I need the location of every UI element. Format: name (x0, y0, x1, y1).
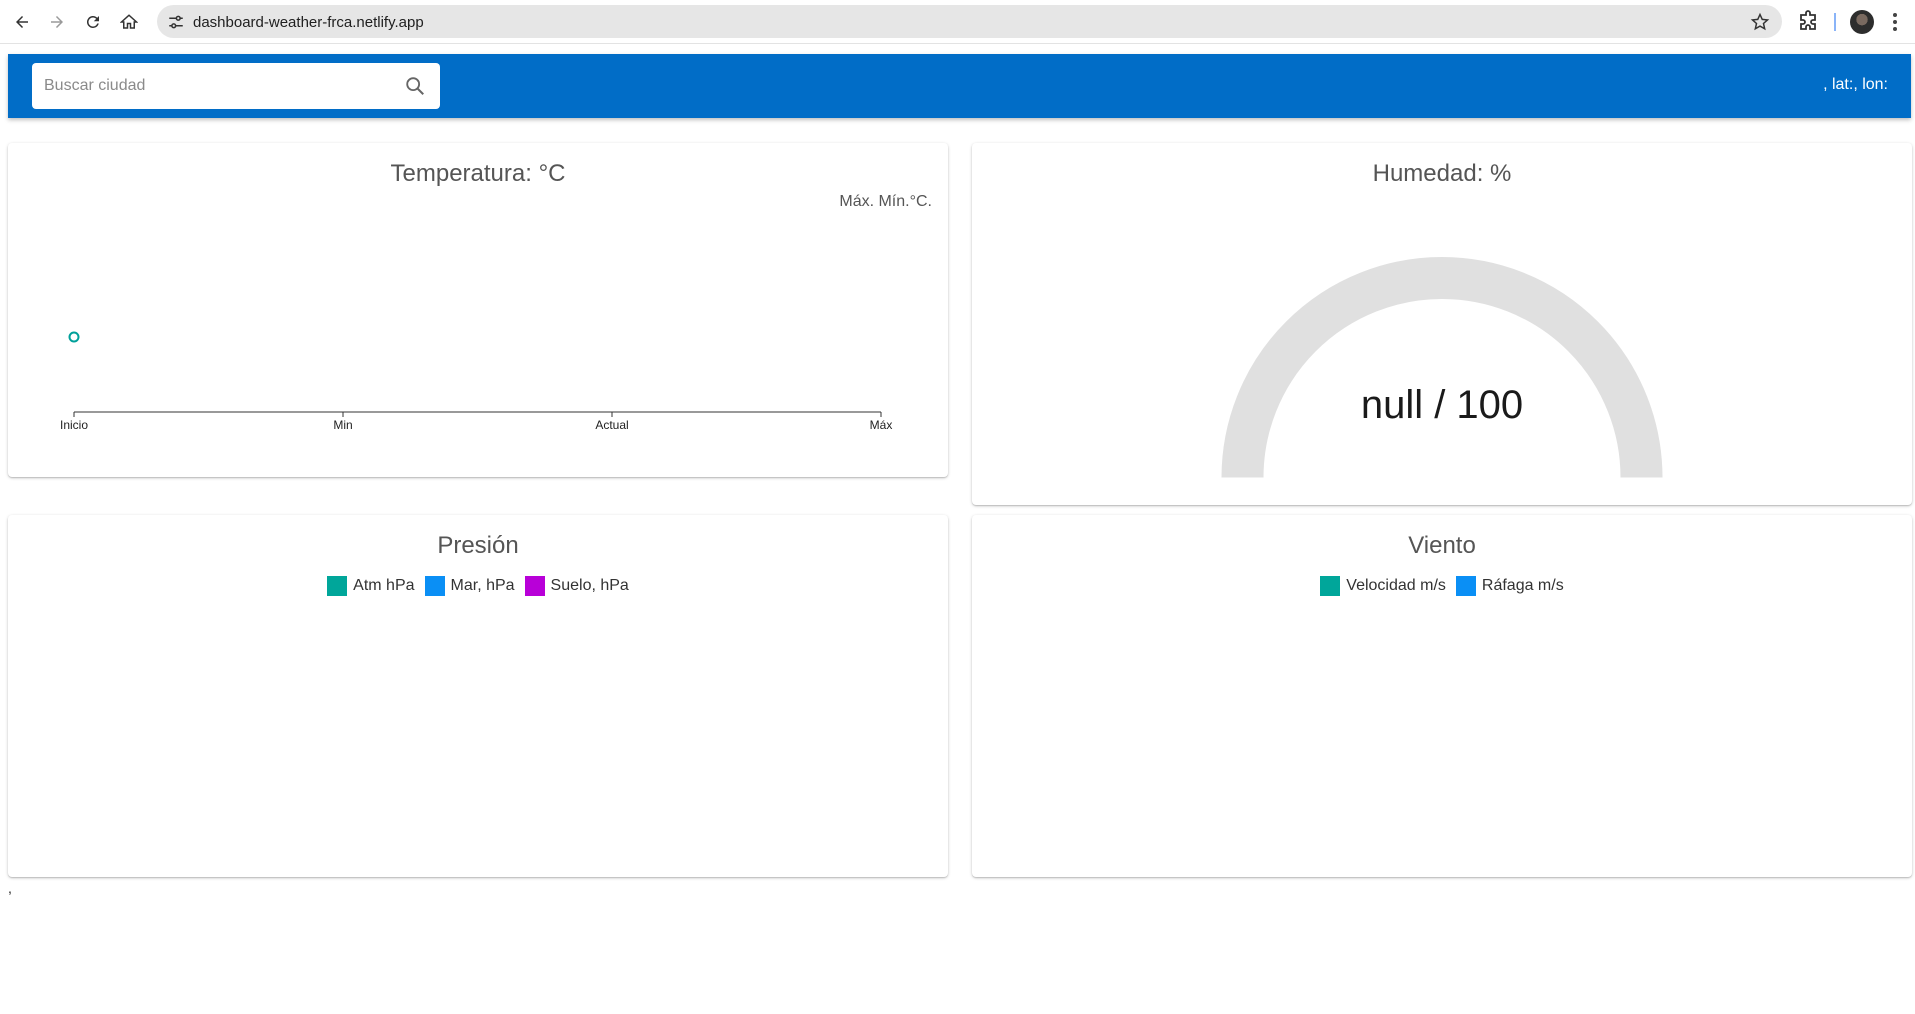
address-bar[interactable]: dashboard-weather-frca.netlify.app (157, 5, 1782, 38)
reload-icon (86, 15, 99, 28)
home-button[interactable] (114, 7, 144, 37)
legend-swatch-velocidad (1320, 576, 1341, 596)
coordinates-label: , lat:, lon: (1823, 76, 1888, 93)
pressure-card: Presión Atm hPa Mar, hPa Suelo, hPa (8, 515, 948, 877)
legend-swatch-rafaga (1455, 576, 1476, 596)
pressure-legend: Atm hPa Mar, hPa Suelo, hPa (8, 576, 948, 596)
forward-button[interactable] (42, 7, 72, 37)
temperature-card: Temperatura: °C Máx. Mín.°C. Inicio Min Ac… (8, 143, 948, 477)
app-header: , lat:, lon: (8, 54, 1911, 118)
url-text: dashboard-weather-frca.netlify.app (193, 14, 424, 31)
home-icon (120, 14, 138, 29)
legend-label-atm: Atm hPa (353, 577, 415, 594)
wind-card: Viento Velocidad m/s Ráfaga m/s (972, 515, 1912, 877)
legend-swatch-atm (327, 576, 348, 596)
temperature-chart: Inicio Min Actual Máx (60, 331, 893, 432)
profile-avatar[interactable] (1850, 10, 1874, 34)
arrow-left-icon (16, 16, 28, 28)
legend-swatch-suelo (524, 576, 545, 596)
legend-label-suelo: Suelo, hPa (550, 577, 629, 594)
humidity-gauge-value: null / 100 (1360, 383, 1524, 427)
legend-item-suelo[interactable]: Suelo, hPa (524, 576, 629, 596)
toolbar-divider (1834, 13, 1836, 31)
extensions-puzzle-icon[interactable] (1796, 10, 1820, 34)
humidity-gauge (1221, 257, 1663, 478)
x-tick-label: Actual (595, 418, 628, 432)
legend-label-mar: Mar, hPa (450, 577, 515, 594)
arrow-right-icon (51, 16, 63, 28)
x-tick-label: Máx (870, 418, 893, 432)
site-settings-icon[interactable] (167, 13, 185, 31)
back-button[interactable] (7, 7, 37, 37)
footer-text: , (8, 880, 12, 896)
temperature-data-point[interactable] (68, 331, 80, 343)
city-search-box (32, 63, 440, 109)
pressure-title: Presión (437, 532, 519, 559)
reload-button[interactable] (78, 7, 108, 37)
legend-item-atm[interactable]: Atm hPa (327, 576, 415, 596)
browser-menu-icon[interactable] (1885, 10, 1905, 34)
search-icon[interactable] (404, 75, 426, 97)
humidity-card: Humedad: % null / 100 (972, 143, 1912, 505)
legend-label-rafaga: Ráfaga m/s (1481, 577, 1564, 594)
wind-legend: Velocidad m/s Ráfaga m/s (972, 576, 1912, 596)
legend-swatch-mar (424, 576, 445, 596)
gauge-track (1221, 257, 1663, 478)
x-tick-label: Inicio (60, 418, 88, 432)
x-tick-label: Min (333, 418, 352, 432)
bookmark-star-icon[interactable] (1750, 12, 1770, 32)
legend-item-velocidad[interactable]: Velocidad m/s (1320, 576, 1446, 596)
browser-toolbar: dashboard-weather-frca.netlify.app (0, 0, 1915, 44)
legend-label-velocidad: Velocidad m/s (1346, 577, 1446, 594)
wind-title: Viento (1408, 532, 1476, 559)
legend-item-mar[interactable]: Mar, hPa (424, 576, 515, 596)
city-search-input[interactable] (44, 63, 404, 109)
legend-item-rafaga[interactable]: Ráfaga m/s (1455, 576, 1564, 596)
